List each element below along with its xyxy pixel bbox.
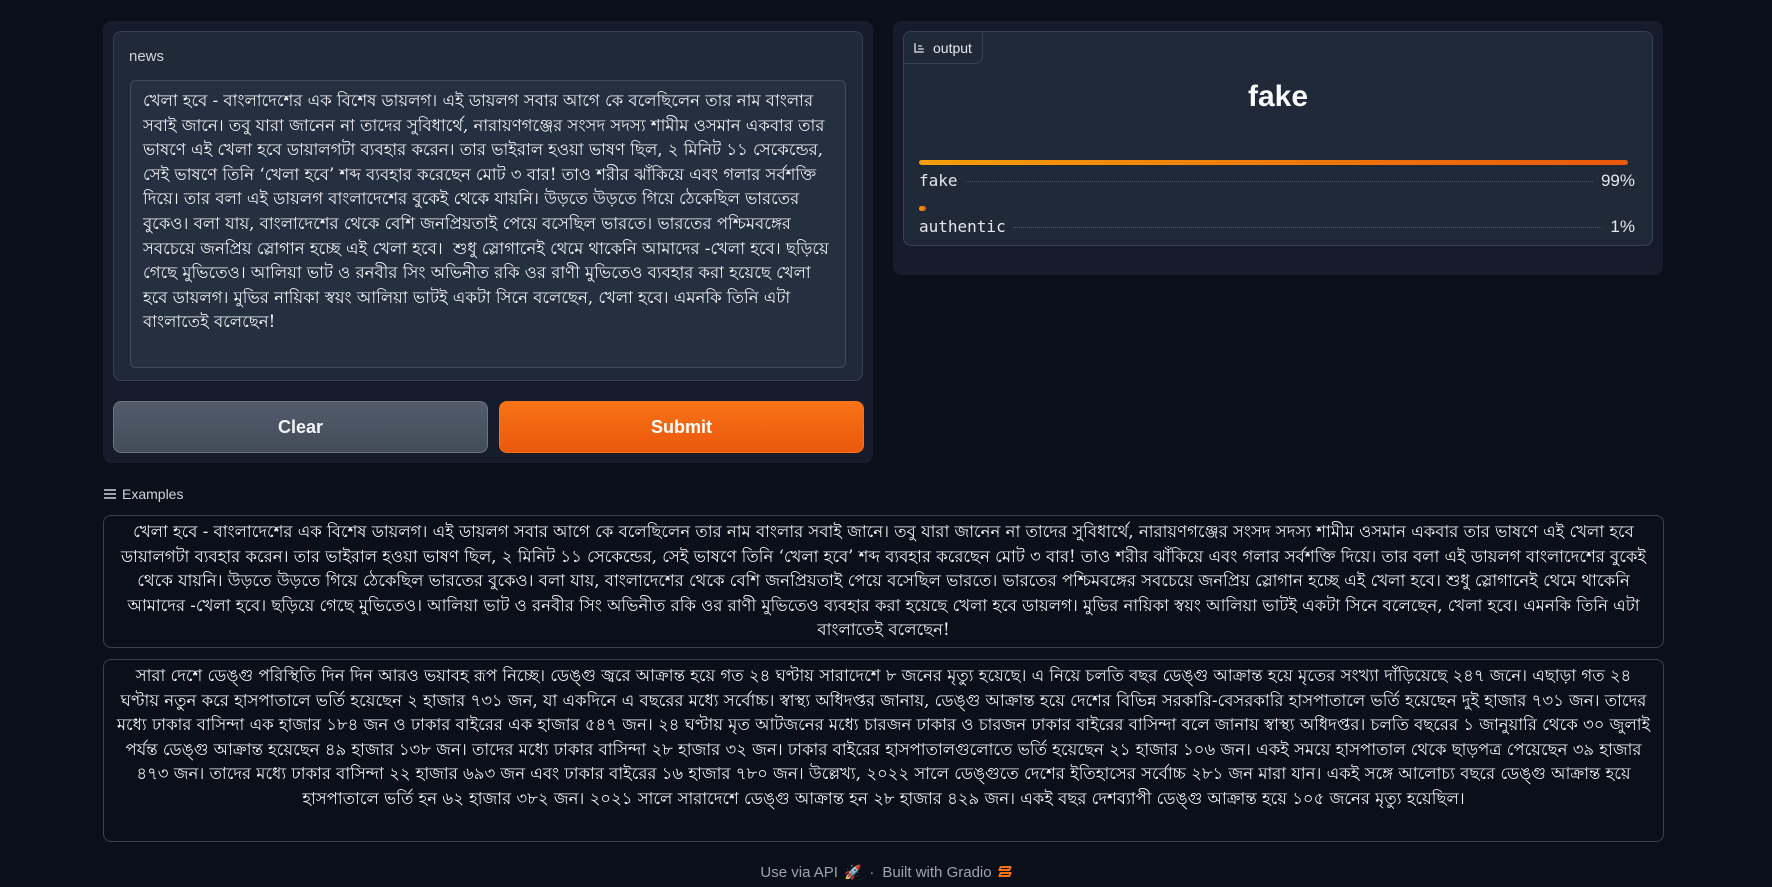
confidence-row-fake: fake 99% [919,160,1635,191]
built-with-gradio-label: Built with Gradio [882,864,992,881]
output-block: output fake fake 99% authentic 1% [903,31,1653,246]
confidence-bar-authentic [919,206,1635,211]
example-item-2[interactable]: সারা দেশে ডেঙ্গু পরিস্থিতি দিন দিন আরও ভ… [103,659,1664,842]
confidence-bar-fake [919,160,1635,165]
confidence-fill-authentic [919,206,927,211]
use-via-api-label: Use via API [760,864,838,881]
confidence-pct-authentic: 1% [1610,217,1635,236]
output-tag-label: output [933,39,972,56]
submit-button[interactable]: Submit [499,401,864,453]
gradio-logo-icon [997,865,1012,880]
chart-icon [913,42,925,54]
input-panel: news খেলা হবে - বাংলাদেশের এক বিশেষ ডায়… [103,21,873,463]
confidence-label-fake: fake [919,171,958,190]
news-textarea[interactable]: খেলা হবে - বাংলাদেশের এক বিশেষ ডায়লগ। এ… [130,80,846,368]
list-icon [104,489,116,499]
confidence-label-authentic: authentic [919,217,1006,236]
example-item-1[interactable]: খেলা হবে - বাংলাদেশের এক বিশেষ ডায়লগ। এ… [103,515,1664,648]
predicted-label: fake [1247,80,1309,113]
output-tag: output [903,31,983,64]
dotted-leader [1013,227,1603,228]
footer: Use via API 🚀 · Built with Gradio [0,864,1772,881]
confidence-pct-fake: 99% [1600,171,1635,190]
examples-header: Examples [104,486,183,502]
built-with-gradio-link[interactable]: Built with Gradio [882,864,1012,881]
use-via-api-link[interactable]: Use via API 🚀 [760,864,861,881]
confidence-row-authentic: authentic 1% [919,206,1635,237]
confidence-fill-fake [919,160,1628,165]
dotted-leader [965,181,1593,182]
footer-separator: · [869,864,875,881]
examples-title: Examples [122,486,184,502]
news-block: news খেলা হবে - বাংলাদেশের এক বিশেষ ডায়… [113,31,863,381]
news-label: news [129,48,165,65]
rocket-icon: 🚀 [843,864,862,880]
clear-button[interactable]: Clear [113,401,488,453]
output-panel: output fake fake 99% authentic 1% [893,21,1663,275]
